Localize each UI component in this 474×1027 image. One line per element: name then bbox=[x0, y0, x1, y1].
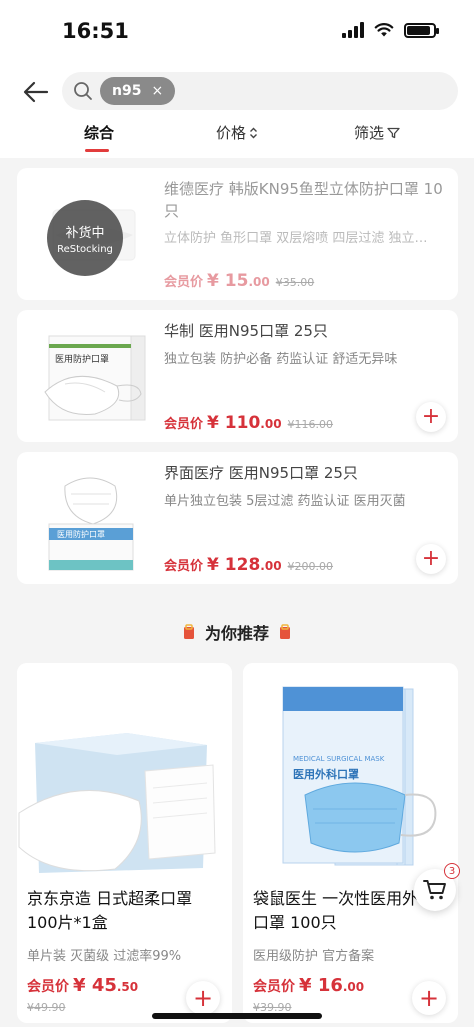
tab-price[interactable]: 价格 bbox=[216, 122, 258, 143]
back-arrow-icon bbox=[23, 81, 49, 103]
recommend-title: 为你推荐 bbox=[204, 624, 269, 643]
price-value: ¥ 45.50 bbox=[73, 975, 139, 996]
battery-icon bbox=[404, 22, 439, 38]
search-query-chip[interactable]: n95 × bbox=[100, 77, 176, 105]
filter-icon bbox=[387, 127, 400, 138]
cart-icon bbox=[423, 880, 446, 900]
svg-text:医用外科口罩: 医用外科口罩 bbox=[293, 767, 359, 781]
sort-tabs: 综合 价格 筛选 bbox=[0, 120, 474, 158]
svg-text:MEDICAL SURGICAL MASK: MEDICAL SURGICAL MASK bbox=[293, 755, 385, 763]
status-time: 16:51 bbox=[62, 19, 129, 43]
shopping-bag-icon bbox=[280, 624, 290, 639]
cart-count-badge: 3 bbox=[444, 863, 460, 879]
plus-icon: + bbox=[418, 984, 440, 1012]
product-price: 会员价 ¥ 128.00 ¥200.00 bbox=[164, 555, 333, 575]
plus-icon: + bbox=[421, 404, 441, 429]
plus-icon: + bbox=[192, 984, 214, 1012]
product-card[interactable]: 医用防护口罩 华制 医用N95口罩 25只 独立包装 防护必备 药监认证 舒适无… bbox=[17, 310, 458, 442]
recommend-heading: 为你推荐 bbox=[0, 620, 474, 644]
search-input[interactable]: n95 × bbox=[62, 72, 458, 110]
member-price-label: 会员价 bbox=[27, 979, 69, 995]
original-price: ¥200.00 bbox=[287, 560, 334, 573]
back-button[interactable] bbox=[18, 74, 54, 110]
price-value: ¥ 16.00 bbox=[299, 975, 365, 996]
shopping-bag-icon bbox=[183, 624, 194, 639]
original-price: ¥35.00 bbox=[275, 276, 315, 289]
search-query-text: n95 bbox=[112, 83, 142, 99]
restocking-badge: 补货中 ReStocking bbox=[47, 200, 123, 276]
product-title: 京东京造 日式超柔口罩 100片*1盒 bbox=[27, 889, 193, 932]
clear-query-icon[interactable]: × bbox=[151, 83, 163, 99]
sort-icon bbox=[250, 127, 258, 138]
tab-comprehensive[interactable]: 综合 bbox=[84, 122, 114, 143]
svg-text:医用防护口罩: 医用防护口罩 bbox=[55, 353, 109, 365]
plus-icon: + bbox=[421, 546, 441, 571]
tab-filter[interactable]: 筛选 bbox=[354, 122, 400, 143]
product-price: 会员价 ¥ 15.00 ¥35.00 bbox=[164, 271, 314, 291]
member-price-label: 会员价 bbox=[164, 417, 204, 432]
svg-text:医用防护口罩: 医用防护口罩 bbox=[57, 529, 105, 539]
product-tags: 立体防护 鱼形口罩 双层熔喷 四层过滤 独立… bbox=[164, 231, 428, 246]
product-image: MEDICAL SURGICAL MASK 医用外科口罩 bbox=[243, 663, 458, 878]
add-to-cart-button[interactable]: + bbox=[412, 981, 446, 1015]
recommend-card[interactable]: 京东京造 日式超柔口罩 100片*1盒 单片装 灭菌级 过滤率99% 会员价 ¥… bbox=[17, 663, 232, 1023]
product-title: 维德医疗 韩版KN95鱼型立体防护口罩 10只 bbox=[164, 180, 443, 220]
add-to-cart-button[interactable]: + bbox=[416, 402, 446, 432]
original-price: ¥116.00 bbox=[287, 418, 334, 431]
product-card[interactable]: 补货中 ReStocking 维德医疗 韩版KN95鱼型立体防护口罩 10只 立… bbox=[17, 168, 458, 300]
product-tags: 独立包装 防护必备 药监认证 舒适无异味 bbox=[164, 352, 398, 367]
price-value: ¥ 128.00 bbox=[207, 555, 282, 575]
tab-label: 筛选 bbox=[354, 124, 385, 142]
product-image: 医用防护口罩 bbox=[35, 322, 153, 430]
tab-label: 价格 bbox=[216, 124, 247, 142]
product-tags: 单片装 灭菌级 过滤率99% bbox=[27, 949, 182, 964]
product-title: 华制 医用N95口罩 25只 bbox=[164, 322, 328, 340]
status-icons bbox=[342, 22, 439, 38]
recommend-card[interactable]: MEDICAL SURGICAL MASK 医用外科口罩 袋鼠医生 一次性医用外… bbox=[243, 663, 458, 1023]
product-price: 会员价 ¥ 16.00 bbox=[253, 975, 364, 996]
member-price-label: 会员价 bbox=[164, 275, 204, 290]
member-price-label: 会员价 bbox=[253, 979, 295, 995]
add-to-cart-button[interactable]: + bbox=[416, 544, 446, 574]
cellular-signal-icon bbox=[342, 22, 364, 38]
product-tags: 医用级防护 官方备案 bbox=[253, 949, 375, 964]
home-indicator bbox=[152, 1013, 322, 1019]
wifi-icon bbox=[374, 23, 394, 37]
member-price-label: 会员价 bbox=[164, 559, 204, 574]
add-to-cart-button[interactable]: + bbox=[186, 981, 220, 1015]
product-card[interactable]: 医用防护口罩 界面医疗 医用N95口罩 25只 单片独立包装 5层过滤 药监认证… bbox=[17, 452, 458, 584]
status-bar: 16:51 bbox=[0, 0, 474, 64]
product-price: 会员价 ¥ 45.50 bbox=[27, 975, 138, 996]
product-price: 会员价 ¥ 110.00 ¥116.00 bbox=[164, 413, 333, 433]
product-image: 医用防护口罩 bbox=[35, 464, 153, 572]
active-tab-indicator bbox=[85, 149, 109, 152]
search-icon bbox=[74, 82, 92, 100]
original-price: ¥49.90 bbox=[27, 1001, 66, 1014]
price-value: ¥ 110.00 bbox=[207, 413, 282, 433]
search-header: n95 × 综合 价格 筛选 bbox=[0, 64, 474, 158]
product-image bbox=[17, 663, 232, 878]
tab-label: 综合 bbox=[84, 124, 115, 142]
price-value: ¥ 15.00 bbox=[207, 271, 270, 291]
product-title: 界面医疗 医用N95口罩 25只 bbox=[164, 464, 358, 482]
product-tags: 单片独立包装 5层过滤 药监认证 医用灭菌 bbox=[164, 494, 406, 509]
